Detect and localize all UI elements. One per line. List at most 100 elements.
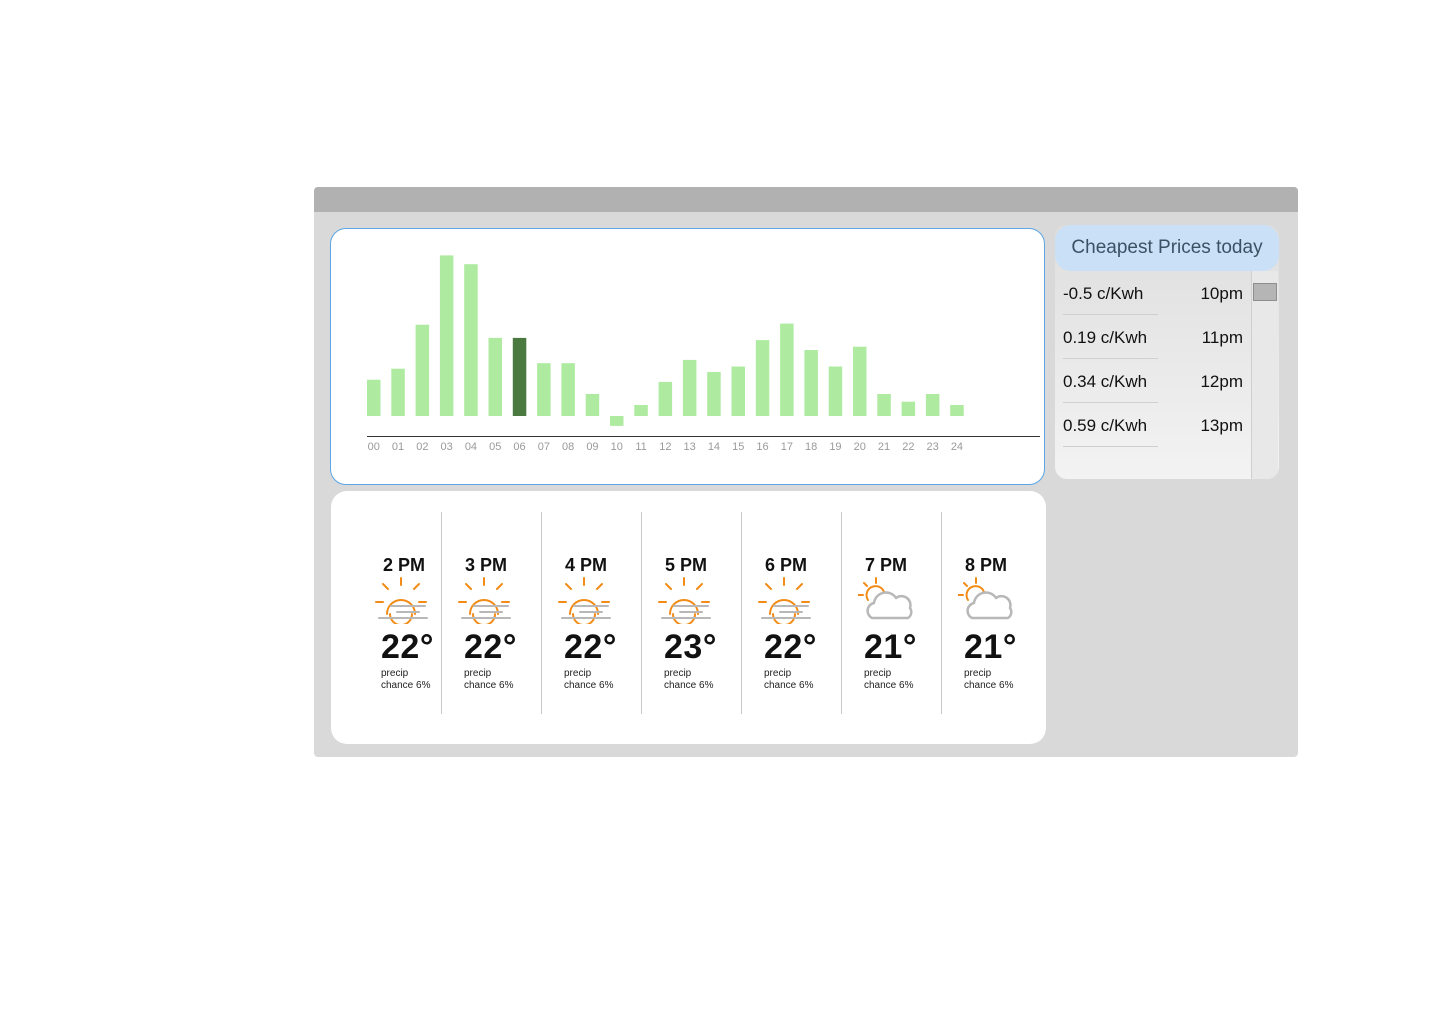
forecast-hour: 6 PM 22° precip chance 6% <box>741 512 842 714</box>
forecast-temperature: 22° <box>464 628 517 666</box>
x-tick-label: 06 <box>513 441 525 453</box>
price-value: 0.19 c/Kwh <box>1063 328 1148 347</box>
price-value: 0.59 c/Kwh <box>1063 416 1148 435</box>
cheapest-prices-panel: Cheapest Prices today -0.5 c/Kwh 10pm 0.… <box>1055 225 1279 479</box>
scrollbar-thumb[interactable] <box>1253 283 1277 301</box>
x-tick-label: 03 <box>441 441 453 453</box>
precip-label: precip <box>864 668 892 679</box>
forecast-temperature: 21° <box>964 628 1017 666</box>
price-time: 10pm <box>1200 284 1243 303</box>
price-bar[interactable] <box>780 323 794 416</box>
price-bar[interactable] <box>439 255 454 416</box>
x-tick-label: 22 <box>902 441 914 453</box>
forecast-hour: 5 PM 23° precip chance 6% <box>641 512 742 714</box>
partly-cloudy-icon <box>857 576 918 624</box>
precip-label: precip <box>764 668 792 679</box>
x-tick-label: 15 <box>732 441 744 453</box>
precip-value: chance 6% <box>464 680 514 691</box>
forecast-time: 8 PM <box>964 555 1007 575</box>
row-divider <box>1063 446 1158 447</box>
price-bar[interactable] <box>731 366 746 417</box>
precip-label: precip <box>964 668 992 679</box>
price-value: 0.34 c/Kwh <box>1063 372 1148 391</box>
x-tick-label: 20 <box>854 441 866 453</box>
forecast-precip: precip chance 6% <box>864 668 934 692</box>
x-tick-label: 05 <box>489 441 501 453</box>
price-time: 13pm <box>1200 416 1243 435</box>
sunset-icon <box>558 576 618 626</box>
price-bar[interactable] <box>950 405 964 416</box>
price-bar[interactable] <box>367 379 381 416</box>
price-bar[interactable] <box>828 366 843 417</box>
price-time: 11pm <box>1201 328 1243 347</box>
price-bar[interactable] <box>853 346 867 416</box>
price-bar[interactable] <box>512 337 527 416</box>
x-tick-label: 16 <box>756 441 768 453</box>
price-bar[interactable] <box>537 363 551 416</box>
forecast-temperature: 22° <box>564 628 617 666</box>
precip-label: precip <box>664 668 692 679</box>
price-bar-chart: 00 01 02 03 04 05 06 07 08 09 10 11 12 13 14 15 16 17 18 19… <box>367 255 1040 453</box>
forecast-precip: precip chance 6% <box>564 668 634 692</box>
price-bar[interactable] <box>585 394 600 416</box>
x-tick-label: 17 <box>781 441 793 453</box>
x-tick-label: 19 <box>829 441 841 453</box>
forecast-temperature: 21° <box>864 628 917 666</box>
price-bar[interactable] <box>391 368 405 416</box>
price-bar[interactable] <box>877 394 891 416</box>
app-window: 00 01 02 03 04 05 06 07 08 09 10 11 12 13 14 15 16 17 18 19… <box>314 187 1298 757</box>
hourly-forecast-card: 2 PM 22° precip chance 6% 3 PM 22° preci… <box>331 491 1046 744</box>
x-tick-label: 04 <box>465 441 477 453</box>
forecast-temperature: 23° <box>664 628 717 666</box>
price-bar[interactable] <box>561 363 575 416</box>
x-tick-label: 21 <box>878 441 890 453</box>
forecast-time: 4 PM <box>564 555 607 575</box>
x-tick-label: 02 <box>416 441 428 453</box>
forecast-hour: 7 PM 21° precip chance 6% <box>841 512 942 714</box>
prices-scrollbar[interactable] <box>1251 271 1278 479</box>
price-bar[interactable] <box>925 394 940 416</box>
price-row[interactable]: 0.59 c/Kwh 13pm <box>1063 403 1243 447</box>
price-bar[interactable] <box>682 359 697 416</box>
precip-label: precip <box>564 668 592 679</box>
x-tick-label: 13 <box>684 441 696 453</box>
forecast-time: 2 PM <box>382 555 425 575</box>
x-tick-label: 00 <box>368 441 380 453</box>
price-bar[interactable] <box>658 381 673 416</box>
forecast-time: 6 PM <box>764 555 807 575</box>
forecast-temperature: 22° <box>381 628 434 666</box>
price-row[interactable]: -0.5 c/Kwh 10pm <box>1063 271 1243 315</box>
price-bar[interactable] <box>488 337 503 416</box>
forecast-precip: precip chance 6% <box>464 668 534 692</box>
precip-value: chance 6% <box>964 680 1014 691</box>
price-bar[interactable] <box>707 372 721 416</box>
precip-value: chance 6% <box>764 680 814 691</box>
forecast-hour: 3 PM 22° precip chance 6% <box>441 512 542 714</box>
price-bar[interactable] <box>634 405 648 416</box>
price-bar[interactable] <box>415 324 430 416</box>
price-bar[interactable] <box>610 416 624 426</box>
forecast-time: 5 PM <box>664 555 707 575</box>
x-tick-label: 01 <box>392 441 404 453</box>
price-bar[interactable] <box>755 340 770 416</box>
price-time: 12pm <box>1200 372 1243 391</box>
price-row[interactable]: 0.34 c/Kwh 12pm <box>1063 359 1243 403</box>
price-row[interactable]: 0.19 c/Kwh 11pm <box>1063 315 1243 359</box>
x-tick-label: 10 <box>611 441 623 453</box>
partly-cloudy-icon <box>957 576 1018 624</box>
price-bar[interactable] <box>901 401 916 416</box>
forecast-hour: 4 PM 22° precip chance 6% <box>541 512 642 714</box>
forecast-time: 3 PM <box>464 555 507 575</box>
price-value: -0.5 c/Kwh <box>1063 284 1144 303</box>
sunset-icon <box>458 576 518 626</box>
forecast-precip: precip chance 6% <box>664 668 734 692</box>
forecast-temperature: 22° <box>764 628 817 666</box>
forecast-precip: precip chance 6% <box>964 668 1034 692</box>
price-bar[interactable] <box>804 350 818 416</box>
title-bar[interactable] <box>314 187 1298 212</box>
x-tick-label: 23 <box>927 441 939 453</box>
forecast-time: 7 PM <box>864 555 907 575</box>
price-bar[interactable] <box>464 264 478 416</box>
sunset-icon <box>658 576 718 626</box>
x-tick-label: 07 <box>538 441 550 453</box>
